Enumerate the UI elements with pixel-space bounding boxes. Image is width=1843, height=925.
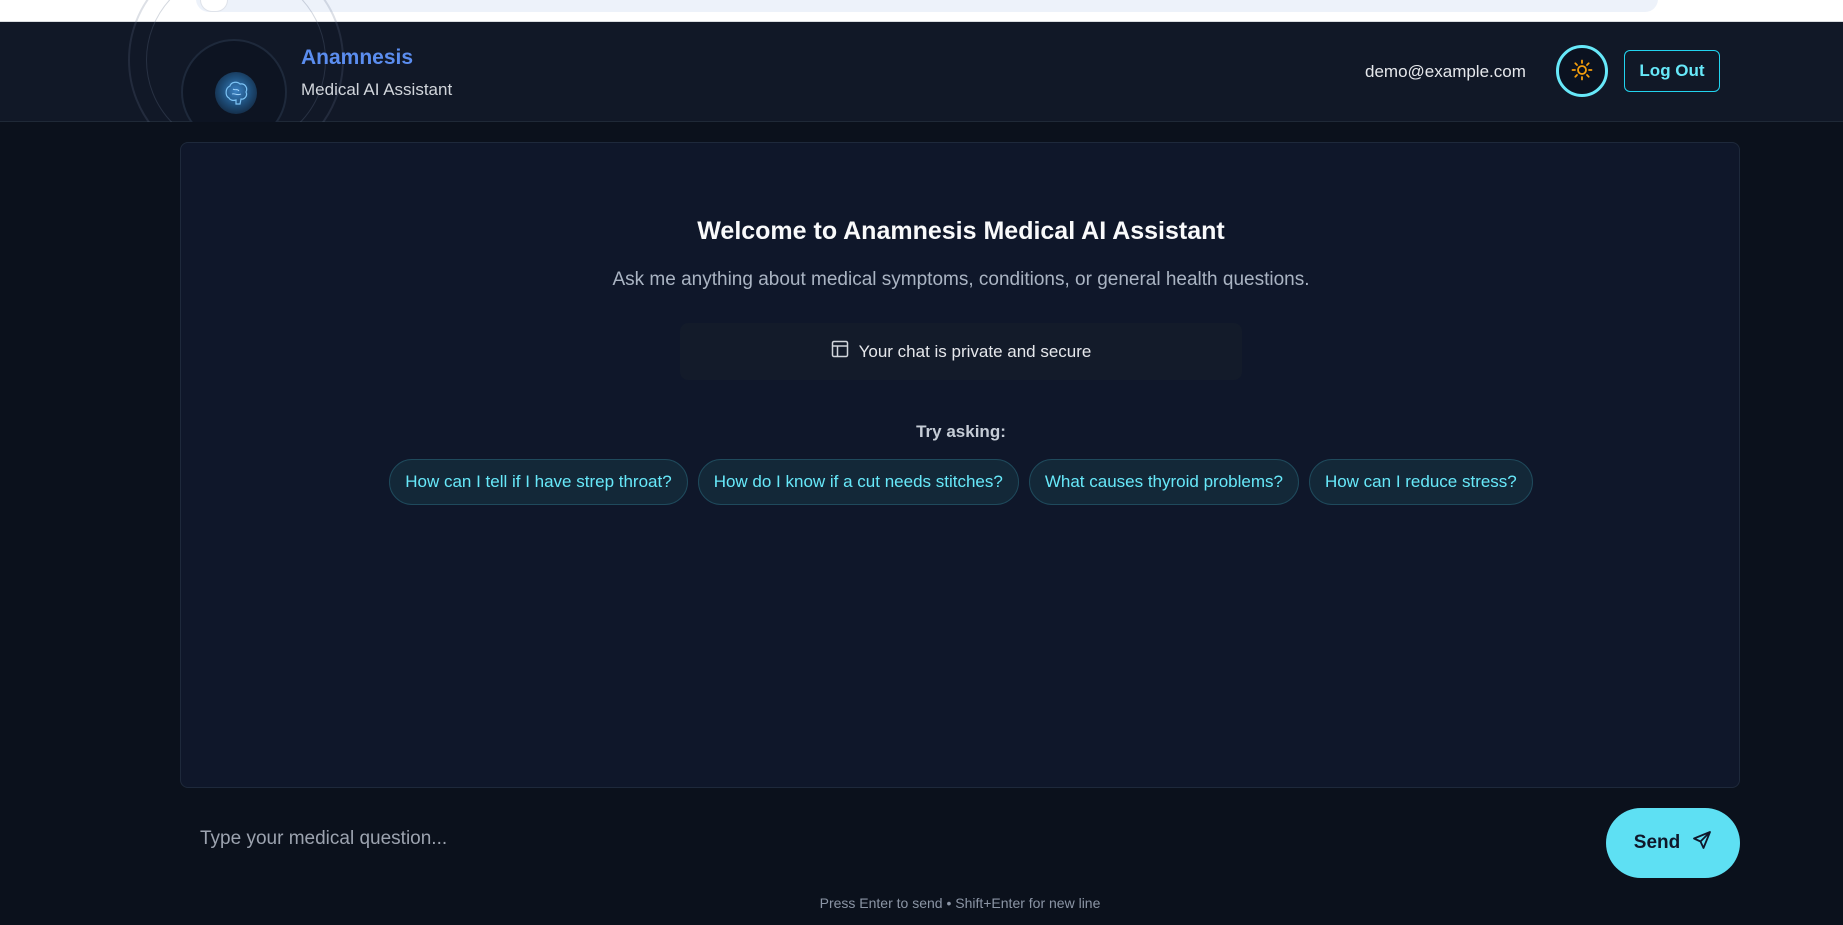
chat-panel: Welcome to Anamnesis Medical AI Assistan…: [180, 142, 1740, 788]
sun-icon: [1571, 59, 1593, 84]
theme-toggle-button[interactable]: [1556, 45, 1608, 97]
suggestion-list: How can I tell if I have strep throat? H…: [181, 459, 1741, 505]
send-label: Send: [1633, 832, 1681, 853]
user-email: demo@example.com: [1365, 62, 1526, 81]
send-icon: [1692, 830, 1712, 856]
keyboard-hint: Press Enter to send • Shift+Enter for ne…: [819, 895, 1101, 911]
brand-name: Anamnesis: [301, 46, 414, 69]
logout-button[interactable]: Log Out: [1624, 50, 1720, 92]
suggestion-chip[interactable]: How can I reduce stress?: [1308, 459, 1533, 505]
address-bar[interactable]: [196, 0, 1658, 12]
layout-icon: [831, 340, 849, 363]
privacy-notice: Your chat is private and secure: [680, 323, 1242, 380]
send-button[interactable]: Send: [1606, 808, 1740, 878]
suggestion-chip[interactable]: How do I know if a cut needs stitches?: [697, 459, 1019, 505]
welcome-title: Welcome to Anamnesis Medical AI Assistan…: [697, 217, 1225, 245]
welcome-subtitle: Ask me anything about medical symptoms, …: [612, 269, 1310, 290]
suggestions-label: Try asking:: [916, 422, 1006, 441]
suggestion-chip[interactable]: What causes thyroid problems?: [1028, 459, 1299, 505]
message-input[interactable]: [180, 812, 1580, 866]
privacy-text: Your chat is private and secure: [858, 341, 1092, 361]
app-header: Anamnesis Medical AI Assistant demo@exam…: [0, 0, 1843, 168]
brand-subtitle: Medical AI Assistant: [301, 80, 453, 99]
suggestion-chip[interactable]: How can I tell if I have strep throat?: [389, 459, 688, 505]
